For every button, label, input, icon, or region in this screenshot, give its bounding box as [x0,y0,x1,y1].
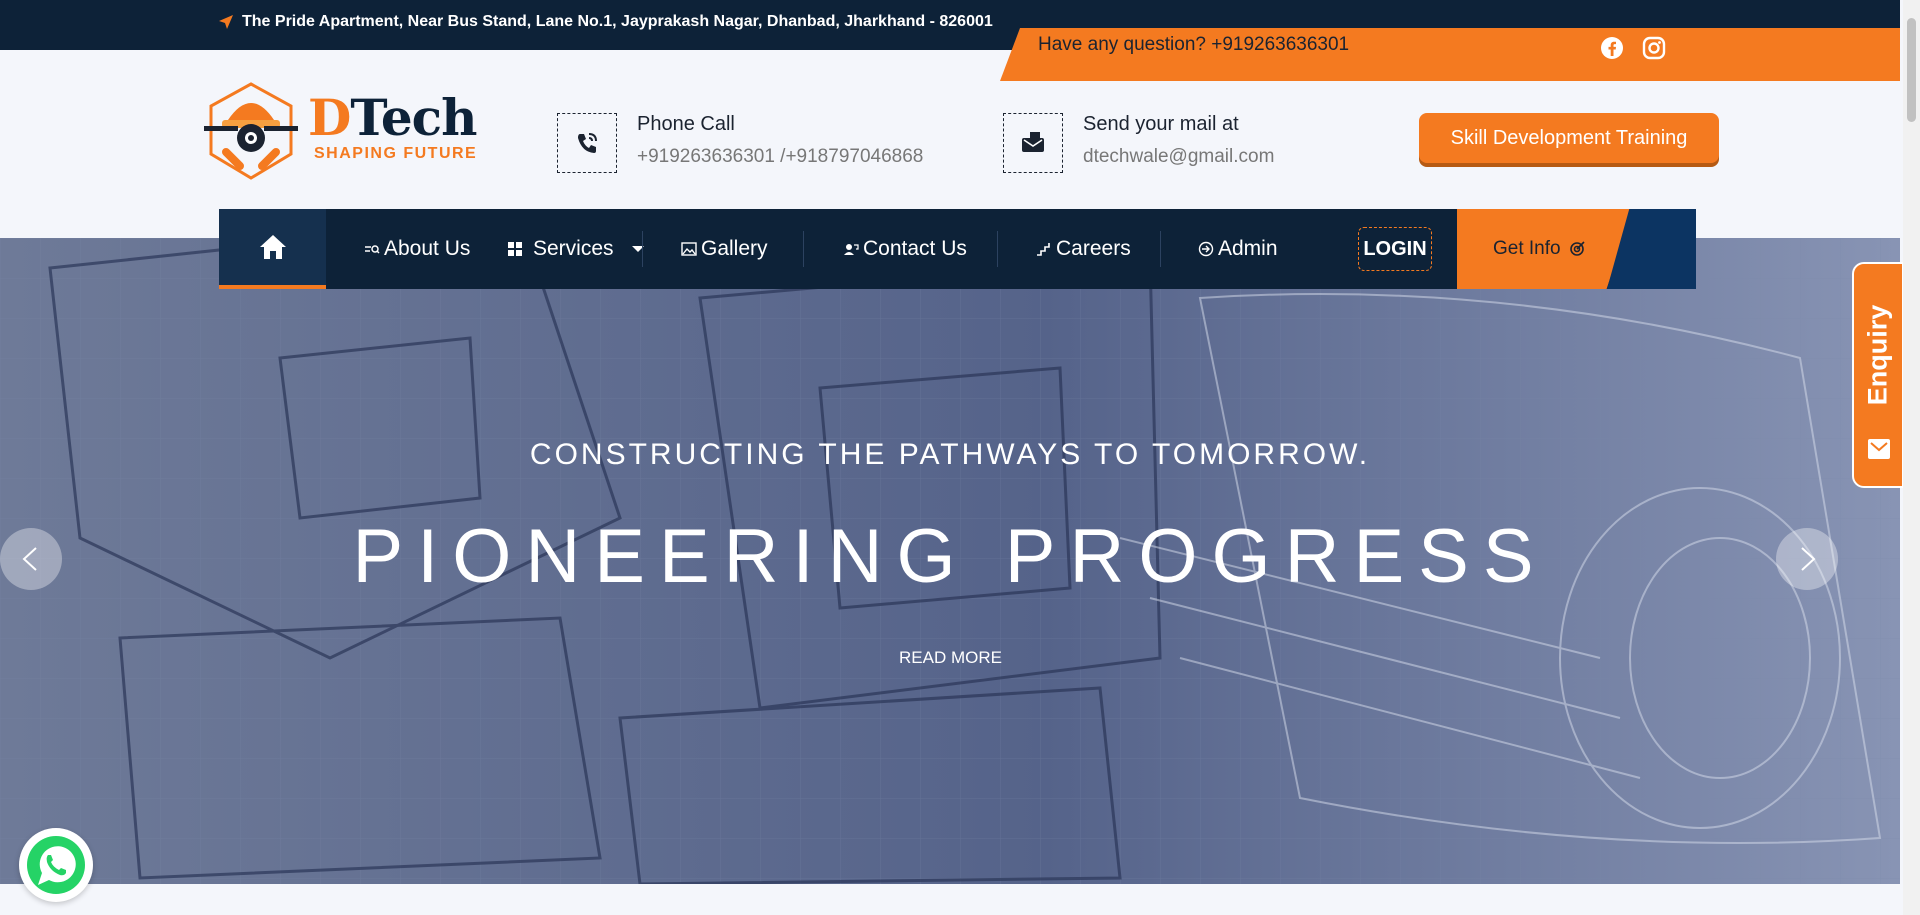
helmet-drone-logo-icon [204,82,298,180]
nav-label: Admin [1218,237,1278,260]
phone-icon-box [557,113,617,173]
phone-numbers[interactable]: +919263636301 /+918797046868 [637,146,923,168]
phone-title: Phone Call [637,113,735,135]
hero-subtitle: CONSTRUCTING THE PATHWAYS TO TOMORROW. [529,438,1371,471]
brand-tagline: SHAPING FUTURE [314,145,478,162]
whatsapp-icon [27,836,85,894]
nav-careers[interactable]: Careers [1036,209,1131,289]
instagram-icon[interactable] [1642,36,1666,60]
nav-about-us[interactable]: About Us [364,209,470,289]
hero-title: PIONEERING PROGRESS [352,514,1548,599]
get-info-button[interactable]: Get Info [1457,209,1633,289]
enquiry-label: Enquiry [1862,304,1893,406]
home-icon [259,235,286,259]
grid-icon [508,242,522,256]
hero-slider: CONSTRUCTING THE PATHWAYS TO TOMORROW. P… [0,238,1900,884]
facebook-icon[interactable] [1600,36,1624,60]
social-links [1600,36,1666,60]
enquiry-tab[interactable]: Enquiry [1852,262,1904,488]
nav-label: Services [533,237,614,260]
contact-icon [844,244,859,255]
location-arrow-icon [219,15,233,29]
address: The Pride Apartment, Near Bus Stand, Lan… [218,13,993,31]
main-navigation: About Us Services Gallery Contact Us Car… [219,209,1696,289]
chevron-right-icon [1801,547,1816,571]
phone-contact: Phone Call +919263636301 /+918797046868 [557,113,923,173]
nav-admin[interactable]: Admin [1198,209,1278,289]
nav-label: Careers [1056,237,1131,260]
question-text: Have any question? +919263636301 [1038,34,1350,55]
brand-name: DTech [308,88,477,147]
nav-label: Gallery [701,237,768,260]
site-logo[interactable]: DTech SHAPING FUTURE [196,80,486,184]
scrollbar-thumb[interactable] [1907,18,1916,122]
mailbox-icon [1022,132,1044,152]
prev-slide-button[interactable] [0,528,62,590]
whatsapp-button[interactable] [19,828,93,902]
page-scrollbar[interactable] [1903,0,1920,915]
target-icon [1569,241,1585,256]
careers-icon [1037,243,1050,256]
mail-address[interactable]: dtechwale@gmail.com [1083,146,1274,168]
gallery-icon [681,242,697,256]
nav-contact-us[interactable]: Contact Us [843,209,967,289]
get-info-label: Get Info [1493,238,1561,259]
mail-icon-box [1003,113,1063,173]
nav-divider [803,231,804,267]
mail-contact: Send your mail at dtechwale@gmail.com [1003,113,1274,173]
nav-divider [1160,231,1161,267]
nav-services[interactable]: Services [507,209,646,289]
mail-title: Send your mail at [1083,113,1239,135]
next-slide-button[interactable] [1776,528,1838,590]
caret-down-icon [631,246,644,252]
nav-divider [997,231,998,267]
chevron-left-icon [22,547,37,571]
envelope-icon [1868,439,1890,459]
address-text: The Pride Apartment, Near Bus Stand, Lan… [242,13,993,30]
home-button[interactable] [219,209,326,289]
nav-gallery[interactable]: Gallery [681,209,768,289]
nav-label: About Us [384,237,471,260]
nav-label: Contact Us [863,237,967,260]
skill-development-button[interactable]: Skill Development Training [1419,113,1719,163]
nav-divider [642,231,643,267]
about-icon [365,245,380,254]
login-button[interactable]: LOGIN [1358,227,1432,271]
question-strip: Have any question? +919263636301 [1000,28,1900,81]
phone-icon [578,133,597,153]
admin-icon [1198,241,1214,257]
read-more-link[interactable]: READ MORE [899,648,1002,668]
